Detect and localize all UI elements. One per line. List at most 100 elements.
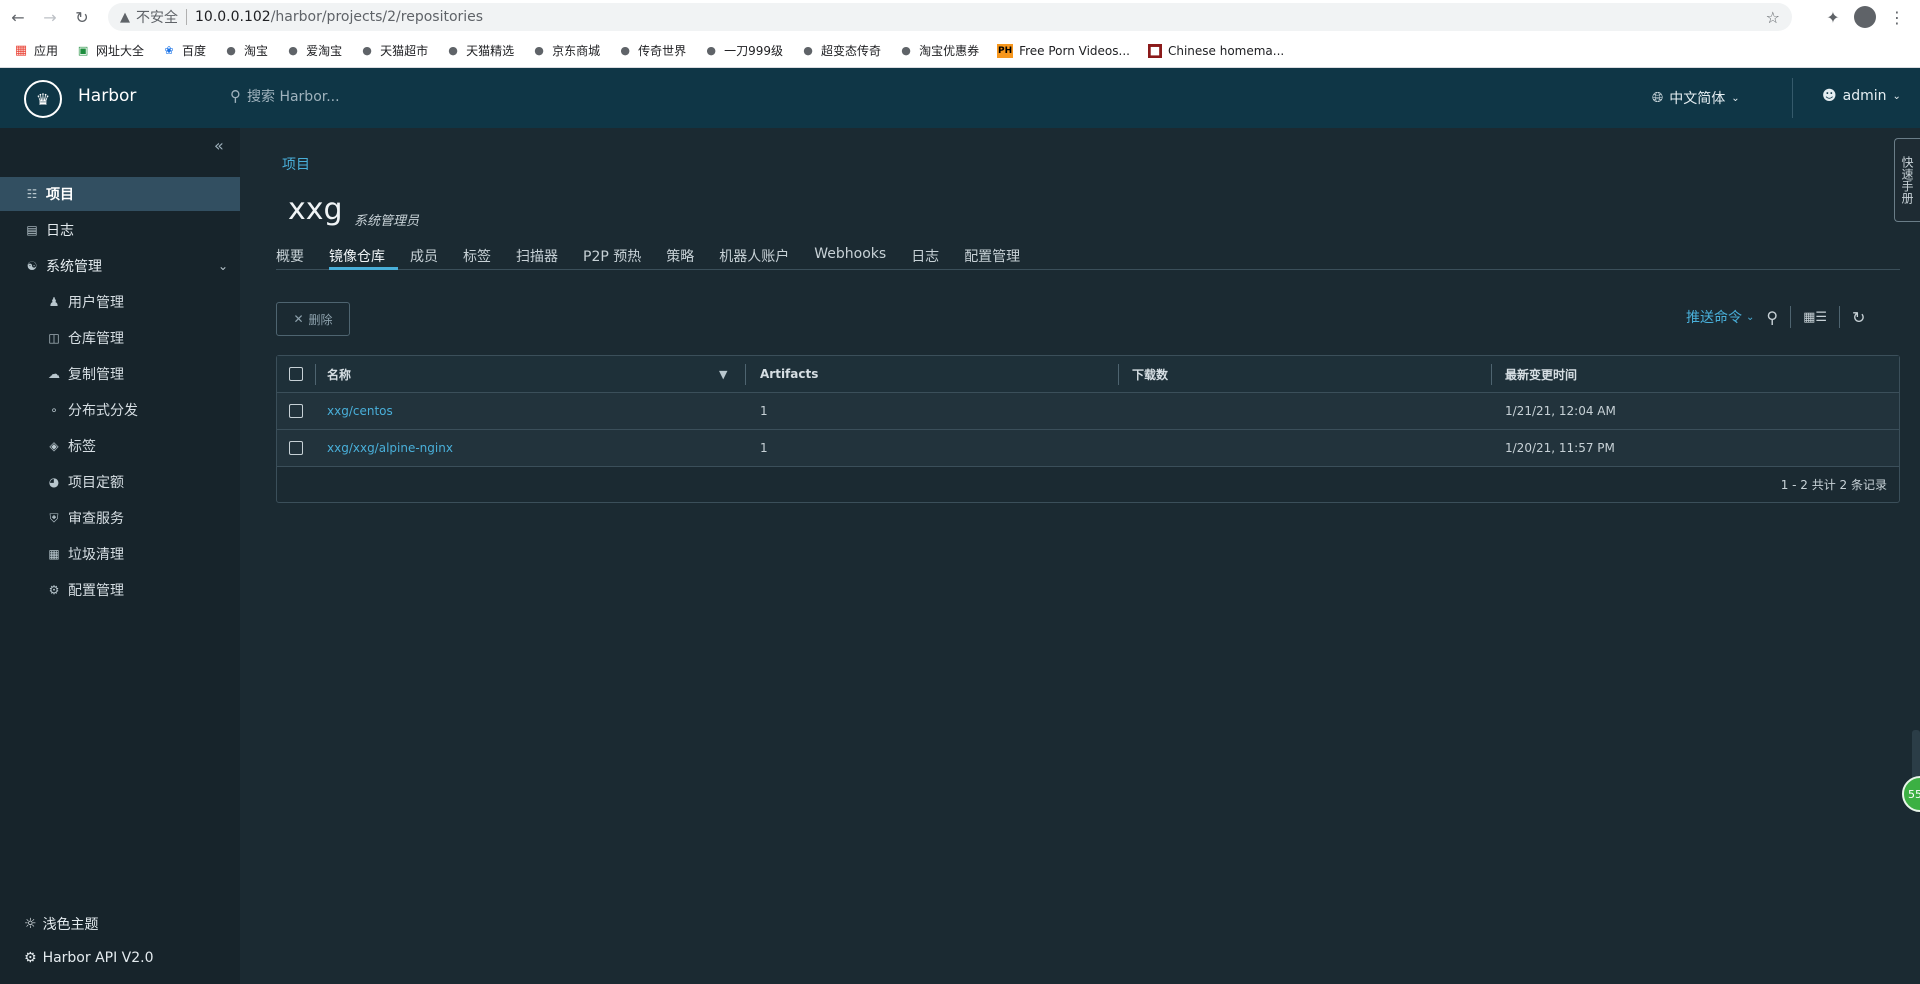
trash-icon: ▦ — [48, 547, 60, 561]
collapse-sidebar-icon[interactable]: « — [214, 136, 224, 155]
globe-icon: ● — [534, 44, 544, 57]
global-search[interactable]: ⚲ 搜索 Harbor... — [230, 86, 340, 106]
side-scroll-handle[interactable] — [1912, 730, 1920, 780]
tab-members[interactable]: 成员 — [410, 240, 451, 270]
sidebar-item-distributions[interactable]: ∘ 分布式分发 — [0, 393, 240, 427]
brand-title[interactable]: Harbor — [78, 86, 136, 106]
refresh-icon[interactable]: ↻ — [1852, 308, 1865, 327]
bookmark-item[interactable]: ● 京东商城 — [532, 42, 600, 59]
pagination-summary: 1 - 2 共计 2 条记录 — [1780, 478, 1887, 492]
push-command-dropdown[interactable]: 推送命令 ⌄ — [1686, 307, 1754, 327]
extensions-puzzle-icon[interactable]: ✦ — [1822, 6, 1844, 28]
theme-toggle[interactable]: ☼ 浅色主题 — [24, 914, 99, 934]
repository-link[interactable]: xxg/centos — [327, 393, 393, 429]
artifacts-count: 1 — [760, 441, 768, 455]
sidebar-item-interrogation[interactable]: ⛨ 审查服务 — [0, 501, 240, 535]
tab-logs[interactable]: 日志 — [911, 240, 952, 270]
bookmark-icon: ▣ — [77, 44, 89, 57]
url-path: /harbor/projects/2/repositories — [270, 9, 484, 25]
address-bar[interactable]: ▲ 不安全 10.0.0.102/harbor/projects/2/repos… — [108, 3, 1792, 31]
bookmark-item[interactable]: ❀ 百度 — [162, 42, 206, 59]
profile-avatar-icon[interactable] — [1854, 6, 1876, 28]
shield-icon: ⛨ — [49, 510, 59, 525]
search-icon[interactable]: ⚲ — [1766, 308, 1778, 327]
tab-summary[interactable]: 概要 — [276, 240, 317, 270]
sidebar-item-logs[interactable]: ▤ 日志 — [0, 213, 240, 247]
paw-icon: ❀ — [164, 44, 174, 57]
bookmark-item[interactable]: ● 天猫精选 — [446, 42, 514, 59]
bookmark-item[interactable]: ● 超变态传奇 — [801, 42, 881, 59]
globe-icon: 🌐︎ — [1652, 90, 1664, 106]
tab-repositories[interactable]: 镜像仓库 — [329, 240, 398, 270]
column-header-name[interactable]: 名称 — [327, 356, 351, 392]
sidebar-item-replications[interactable]: ☁ 复制管理 — [0, 357, 240, 391]
bookmark-item[interactable]: ● 淘宝 — [224, 42, 268, 59]
column-header-updated[interactable]: 最新变更时间 — [1505, 356, 1577, 392]
bookmark-item[interactable]: ● 淘宝优惠券 — [899, 42, 979, 59]
log-icon: ▤ — [26, 223, 38, 237]
project-icon: ☷ — [26, 187, 38, 201]
globe-icon: ● — [448, 44, 458, 57]
globe-icon: ● — [620, 44, 630, 57]
tab-labels[interactable]: 标签 — [463, 240, 504, 270]
sidebar-item-gc[interactable]: ▦ 垃圾清理 — [0, 537, 240, 571]
language-selector[interactable]: 🌐︎ 中文简体 ⌄ — [1652, 88, 1740, 108]
bookmark-star-icon[interactable]: ☆ — [1766, 8, 1780, 27]
quick-guide-tab[interactable]: 快速手册 — [1894, 138, 1920, 222]
harbor-lighthouse-icon[interactable]: ♛ — [24, 80, 62, 118]
repo-toolbar: 推送命令 ⌄ ⚲ ▦☰ ↻ — [1686, 306, 1865, 328]
tab-p2p-preheat[interactable]: P2P 预热 — [583, 240, 654, 270]
tab-scanner[interactable]: 扫描器 — [516, 240, 571, 270]
username-label: admin — [1842, 88, 1887, 104]
sidebar-item-labels[interactable]: ◈ 标签 — [0, 429, 240, 463]
tab-policy[interactable]: 策略 — [666, 240, 707, 270]
forward-arrow-icon[interactable]: → — [36, 3, 64, 31]
sidebar-item-project-quotas[interactable]: ◕ 项目定额 — [0, 465, 240, 499]
page-title: xxg — [288, 192, 343, 227]
bookmark-item[interactable]: ● 天猫超市 — [360, 42, 428, 59]
reload-icon[interactable]: ↻ — [68, 3, 96, 31]
repository-link[interactable]: xxg/xxg/alpine-nginx — [327, 430, 453, 466]
tab-robot-accounts[interactable]: 机器人账户 — [719, 240, 802, 270]
sidebar-item-registries[interactable]: ◫ 仓库管理 — [0, 321, 240, 355]
user-menu[interactable]: ☻ admin ⌄ — [1822, 88, 1901, 104]
bookmark-item[interactable]: ● 一刀999级 — [704, 42, 783, 59]
sidebar-item-users[interactable]: ♟ 用户管理 — [0, 285, 240, 319]
tag-icon: ◈ — [49, 439, 59, 453]
apps-grid-icon: ▦ — [14, 43, 28, 58]
quota-icon: ◕ — [48, 475, 60, 489]
bookmark-item[interactable]: ● 爱淘宝 — [286, 42, 342, 59]
card-view-icon[interactable]: ▦☰ — [1803, 310, 1827, 325]
delete-button[interactable]: ✕ 删除 — [276, 302, 350, 336]
main-content: 项目 xxg 系统管理员 概要 镜像仓库 成员 标签 扫描器 P2P 预热 策略… — [240, 128, 1920, 984]
column-divider — [315, 364, 316, 385]
filter-icon[interactable]: ▼ — [719, 368, 727, 381]
chevron-down-icon: ⌄ — [1746, 311, 1755, 323]
site-icon: ■ — [1147, 43, 1162, 58]
row-checkbox[interactable] — [289, 430, 303, 466]
tab-webhooks[interactable]: Webhooks — [814, 240, 899, 270]
sidebar: « ☷ 项目 ▤ 日志 ☯ 系统管理 ⌄ ♟ 用户管理 ◫ 仓库管理 ☁ 复制管理 ∘… — [0, 128, 240, 984]
bookmark-item[interactable]: PH Free Porn Videos... — [997, 43, 1130, 58]
bookmark-item[interactable]: ▣ 网址大全 — [76, 42, 144, 59]
sidebar-item-administration[interactable]: ☯ 系统管理 ⌄ — [0, 249, 240, 283]
row-checkbox[interactable] — [289, 393, 303, 429]
bookmark-item[interactable]: ▦ 应用 — [14, 42, 58, 59]
back-arrow-icon[interactable]: ← — [4, 3, 32, 31]
api-link[interactable]: ⚙ Harbor API V2.0 — [24, 950, 154, 966]
breadcrumb[interactable]: 项目 — [282, 154, 310, 174]
bookmark-item[interactable]: ● 传奇世界 — [618, 42, 686, 59]
menu-kebab-icon[interactable]: ⋮ — [1886, 6, 1908, 28]
sidebar-item-configuration[interactable]: ⚙ 配置管理 — [0, 573, 240, 607]
updated-time: 1/21/21, 12:04 AM — [1505, 404, 1616, 418]
sidebar-item-projects[interactable]: ☷ 项目 — [0, 177, 240, 211]
bookmarks-bar: ▦ 应用 ▣ 网址大全 ❀ 百度 ● 淘宝 ● 爱淘宝 ● 天猫超市 ● 天猫精选 ● 京东商城… — [0, 34, 1920, 68]
bookmark-item[interactable]: ■ Chinese homema... — [1147, 43, 1284, 58]
tab-configuration[interactable]: 配置管理 — [964, 240, 1033, 270]
column-header-downloads[interactable]: 下载数 — [1132, 356, 1168, 392]
column-divider — [745, 364, 746, 385]
select-all-checkbox[interactable] — [289, 356, 303, 392]
column-header-artifacts[interactable]: Artifacts — [760, 356, 818, 392]
repositories-table: 名称 ▼ Artifacts 下载数 最新变更时间 xxg/centos 1 1… — [276, 355, 1900, 503]
search-input[interactable]: 搜索 Harbor... — [247, 86, 340, 106]
